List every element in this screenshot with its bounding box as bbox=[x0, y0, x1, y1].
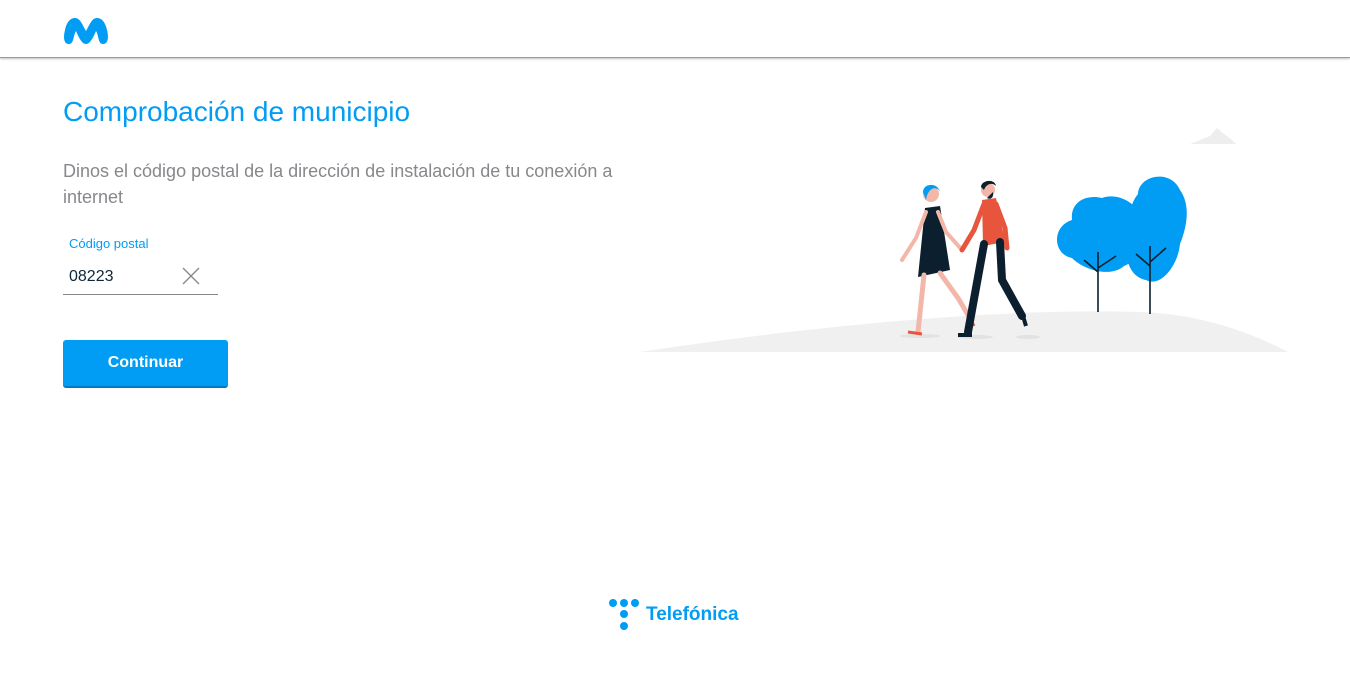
telefonica-brand-text: Telefónica bbox=[646, 604, 739, 625]
movistar-logo-icon[interactable] bbox=[63, 14, 109, 47]
postal-code-field: Código postal bbox=[63, 236, 218, 296]
close-icon[interactable] bbox=[181, 266, 201, 286]
page-title: Comprobación de municipio bbox=[63, 96, 411, 127]
page-subtitle: Dinos el código postal de la dirección d… bbox=[63, 161, 613, 207]
top-bar bbox=[0, 0, 1350, 58]
telefonica-footer-logo[interactable]: Telefónica bbox=[608, 597, 739, 633]
couple-walking-illustration bbox=[640, 128, 1288, 352]
telefonica-dots-logo-icon bbox=[609, 599, 639, 630]
postal-code-label: Código postal bbox=[69, 236, 149, 251]
continue-button[interactable]: Continuar bbox=[63, 340, 228, 388]
